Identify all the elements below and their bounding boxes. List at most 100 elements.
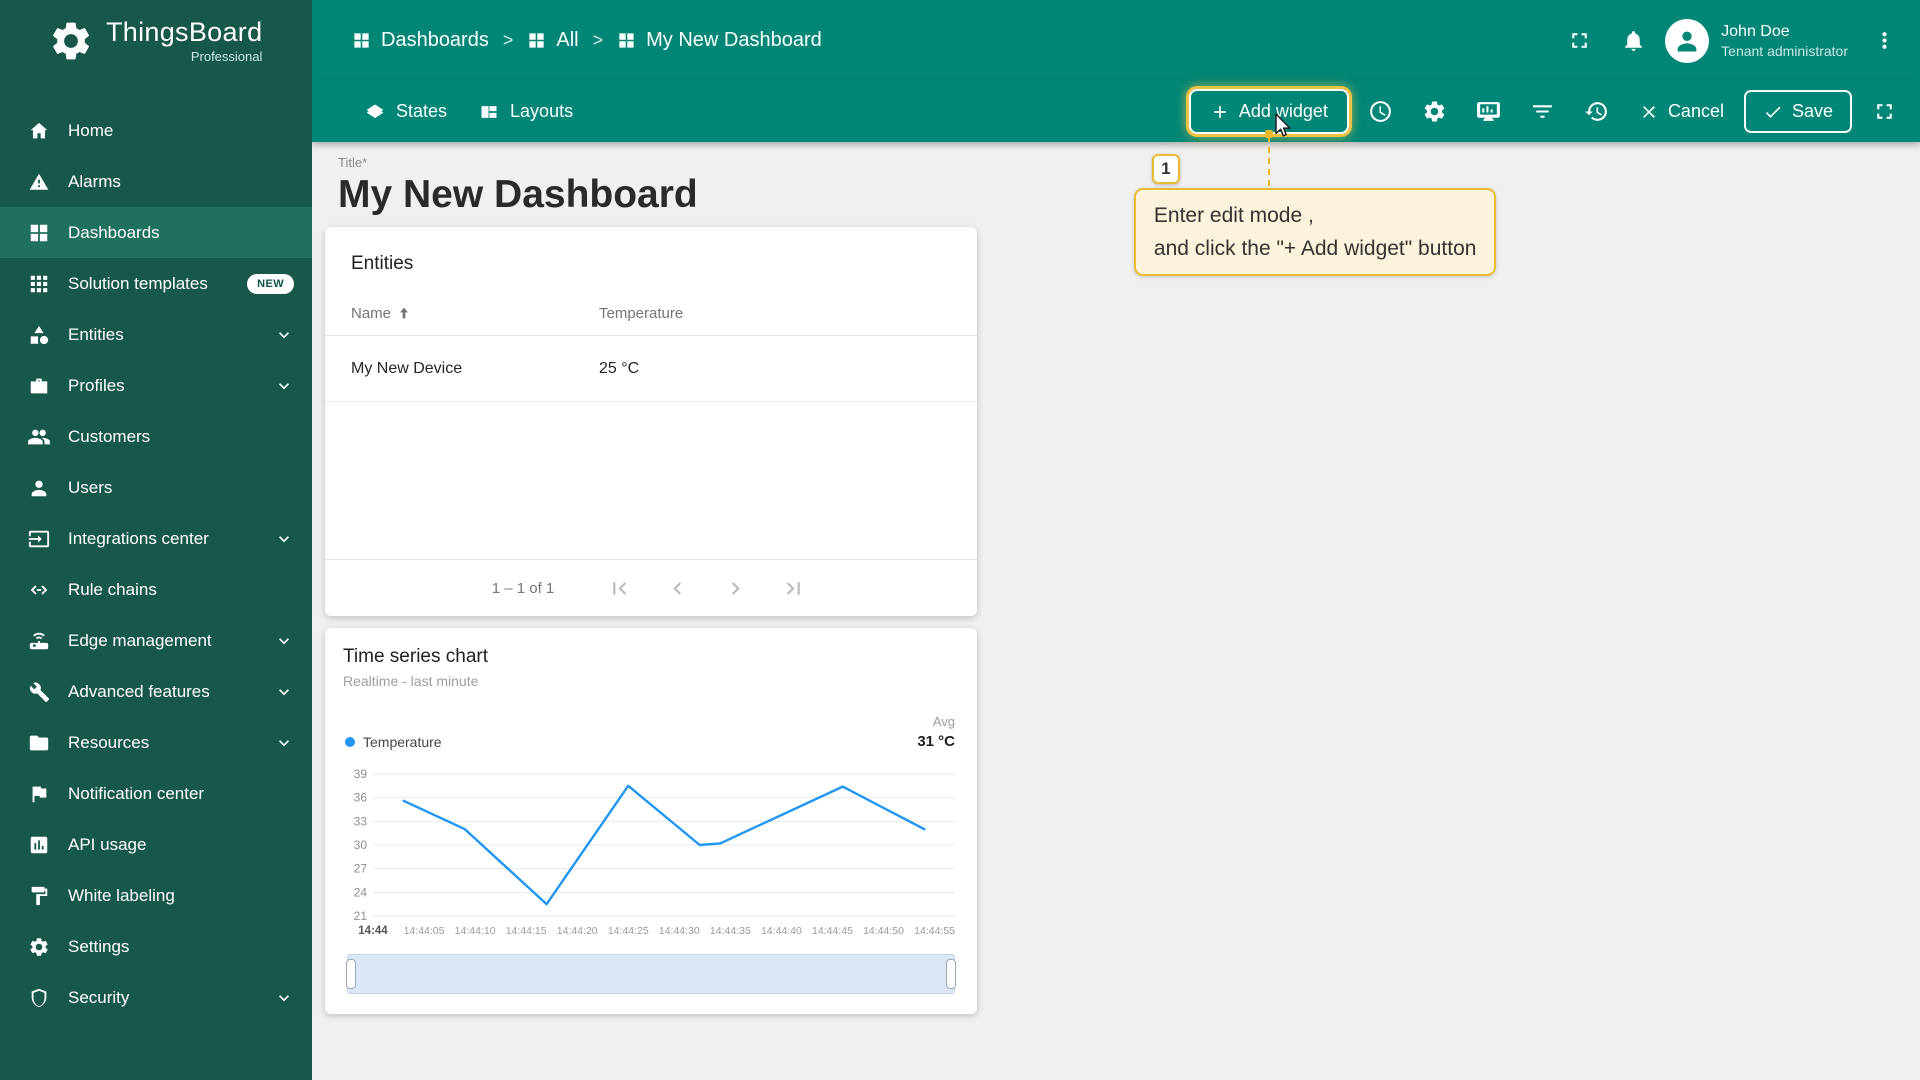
svg-text:14:44:15: 14:44:15 (506, 925, 547, 937)
next-page-icon (723, 576, 748, 601)
chart-range-selector[interactable] (346, 954, 956, 994)
sidebar-item-label: Home (68, 120, 114, 140)
mouse-cursor (1275, 113, 1291, 137)
sidebar-item-label: Users (68, 477, 113, 497)
states-icon (365, 102, 385, 122)
last-page-button[interactable] (776, 571, 810, 605)
svg-text:14:44:10: 14:44:10 (455, 925, 496, 937)
column-header-temperature[interactable]: Temperature (599, 305, 951, 322)
user-menu-button[interactable] (1862, 19, 1906, 63)
sidebar-item-white-labeling[interactable]: White labeling (0, 870, 312, 921)
gear-icon (28, 936, 50, 958)
sidebar-item-label: Edge management (68, 630, 212, 650)
chevron-down-icon (274, 631, 294, 651)
sidebar-item-entities[interactable]: Entities (0, 309, 312, 360)
sidebar-item-label: API usage (68, 834, 147, 854)
sidebar-item-advanced-features[interactable]: Advanced features (0, 666, 312, 717)
svg-text:14:44:50: 14:44:50 (863, 925, 904, 937)
layouts-button[interactable]: Layouts (463, 93, 589, 130)
layouts-icon (479, 102, 499, 122)
rulechain-icon (28, 579, 50, 601)
sidebar-item-users[interactable]: Users (0, 462, 312, 513)
sidebar-item-notification-center[interactable]: Notification center (0, 768, 312, 819)
next-page-button[interactable] (718, 571, 752, 605)
title-field-label: Title* (338, 155, 368, 170)
app-edition: Professional (190, 49, 263, 64)
sidebar-item-label: Alarms (68, 171, 121, 191)
new-badge: NEW (247, 273, 294, 294)
breadcrumb-item-my-new-dashboard: My New Dashboard (617, 29, 822, 52)
app-logo[interactable]: ThingsBoard Professional (0, 0, 312, 81)
time-window-button[interactable] (1359, 90, 1403, 134)
range-handle-left[interactable] (346, 959, 356, 989)
notifications-button[interactable] (1611, 19, 1655, 63)
breadcrumb-item-all[interactable]: All (527, 29, 579, 52)
sidebar-item-profiles[interactable]: Profiles (0, 360, 312, 411)
thingsboard-logo-icon (48, 18, 94, 64)
fullscreen-button[interactable] (1557, 19, 1601, 63)
sort-asc-icon (396, 305, 412, 321)
apps-icon (28, 273, 50, 295)
svg-text:14:44:55: 14:44:55 (914, 925, 955, 937)
table-cell: My New Device (351, 359, 463, 377)
check-icon (1763, 102, 1783, 122)
legend-dot (345, 737, 355, 747)
svg-text:14:44:25: 14:44:25 (608, 925, 649, 937)
user-name: John Doe (1721, 22, 1790, 40)
people-icon (28, 426, 50, 448)
dashboard-settings-button[interactable] (1413, 90, 1457, 134)
warning-icon (28, 171, 50, 193)
table-row[interactable]: My New Device 25 °C (325, 336, 977, 402)
entities-table-header: Name Temperature (325, 291, 977, 336)
dashboards-icon (352, 31, 371, 50)
sidebar-item-label: Solution templates (68, 273, 208, 293)
breadcrumb-item-dashboards[interactable]: Dashboards (352, 29, 489, 52)
save-button[interactable]: Save (1743, 90, 1852, 133)
sidebar-item-resources[interactable]: Resources (0, 717, 312, 768)
person-icon (28, 477, 50, 499)
entity-aliases-button[interactable] (1467, 90, 1511, 134)
dashboard-title[interactable]: My New Dashboard (338, 173, 1920, 217)
kebab-menu-icon (1872, 28, 1897, 53)
range-handle-right[interactable] (946, 959, 956, 989)
entities-widget[interactable]: Entities Name Temperature My New Device 25… (325, 227, 977, 616)
sidebar: ThingsBoard Professional Home Alarms Dashb… (0, 0, 312, 1080)
tools-icon (28, 681, 50, 703)
add-widget-button[interactable]: Add widget 1 Enter edit mode , and click… (1133, 89, 1497, 276)
sidebar-item-settings[interactable]: Settings (0, 921, 312, 972)
legend-item-temperature[interactable]: Temperature (345, 734, 442, 750)
table-pagination: 1 – 1 of 1 (325, 559, 977, 616)
last-page-icon (781, 576, 806, 601)
first-page-button[interactable] (602, 571, 636, 605)
cancel-button[interactable]: Cancel (1629, 93, 1734, 130)
home-icon (28, 120, 50, 142)
avatar[interactable] (1665, 18, 1710, 63)
version-control-button[interactable] (1575, 90, 1619, 134)
sidebar-item-edge-management[interactable]: Edge management (0, 615, 312, 666)
sidebar-item-customers[interactable]: Customers (0, 411, 312, 462)
table-cell: 25 °C (599, 359, 640, 377)
sidebar-item-rule-chains[interactable]: Rule chains (0, 564, 312, 615)
sidebar-item-label: Entities (68, 324, 124, 344)
filters-button[interactable] (1521, 90, 1565, 134)
filter-icon (1530, 99, 1555, 124)
close-icon (1639, 102, 1659, 122)
sidebar-item-integrations-center[interactable]: Integrations center (0, 513, 312, 564)
annotation-line-1: Enter edit mode , (1153, 204, 1314, 227)
svg-text:14:44:20: 14:44:20 (557, 925, 598, 937)
sidebar-item-security[interactable]: Security (0, 972, 312, 1023)
states-button[interactable]: States (349, 93, 463, 130)
chevron-down-icon (274, 325, 294, 345)
sidebar-item-label: Rule chains (68, 579, 157, 599)
previous-page-button[interactable] (660, 571, 694, 605)
timeseries-widget[interactable]: Time series chart Realtime - last minute… (325, 628, 977, 1014)
sidebar-item-solution-templates[interactable]: Solution templates NEW (0, 258, 312, 309)
sidebar-item-alarms[interactable]: Alarms (0, 156, 312, 207)
sidebar-item-home[interactable]: Home (0, 105, 312, 156)
sidebar-item-api-usage[interactable]: API usage (0, 819, 312, 870)
column-header-name[interactable]: Name (351, 305, 599, 322)
sidebar-item-dashboards[interactable]: Dashboards (0, 207, 312, 258)
dashboards-icon (28, 222, 50, 244)
states-label: States (396, 101, 448, 121)
toolbar-fullscreen-button[interactable] (1862, 90, 1906, 134)
